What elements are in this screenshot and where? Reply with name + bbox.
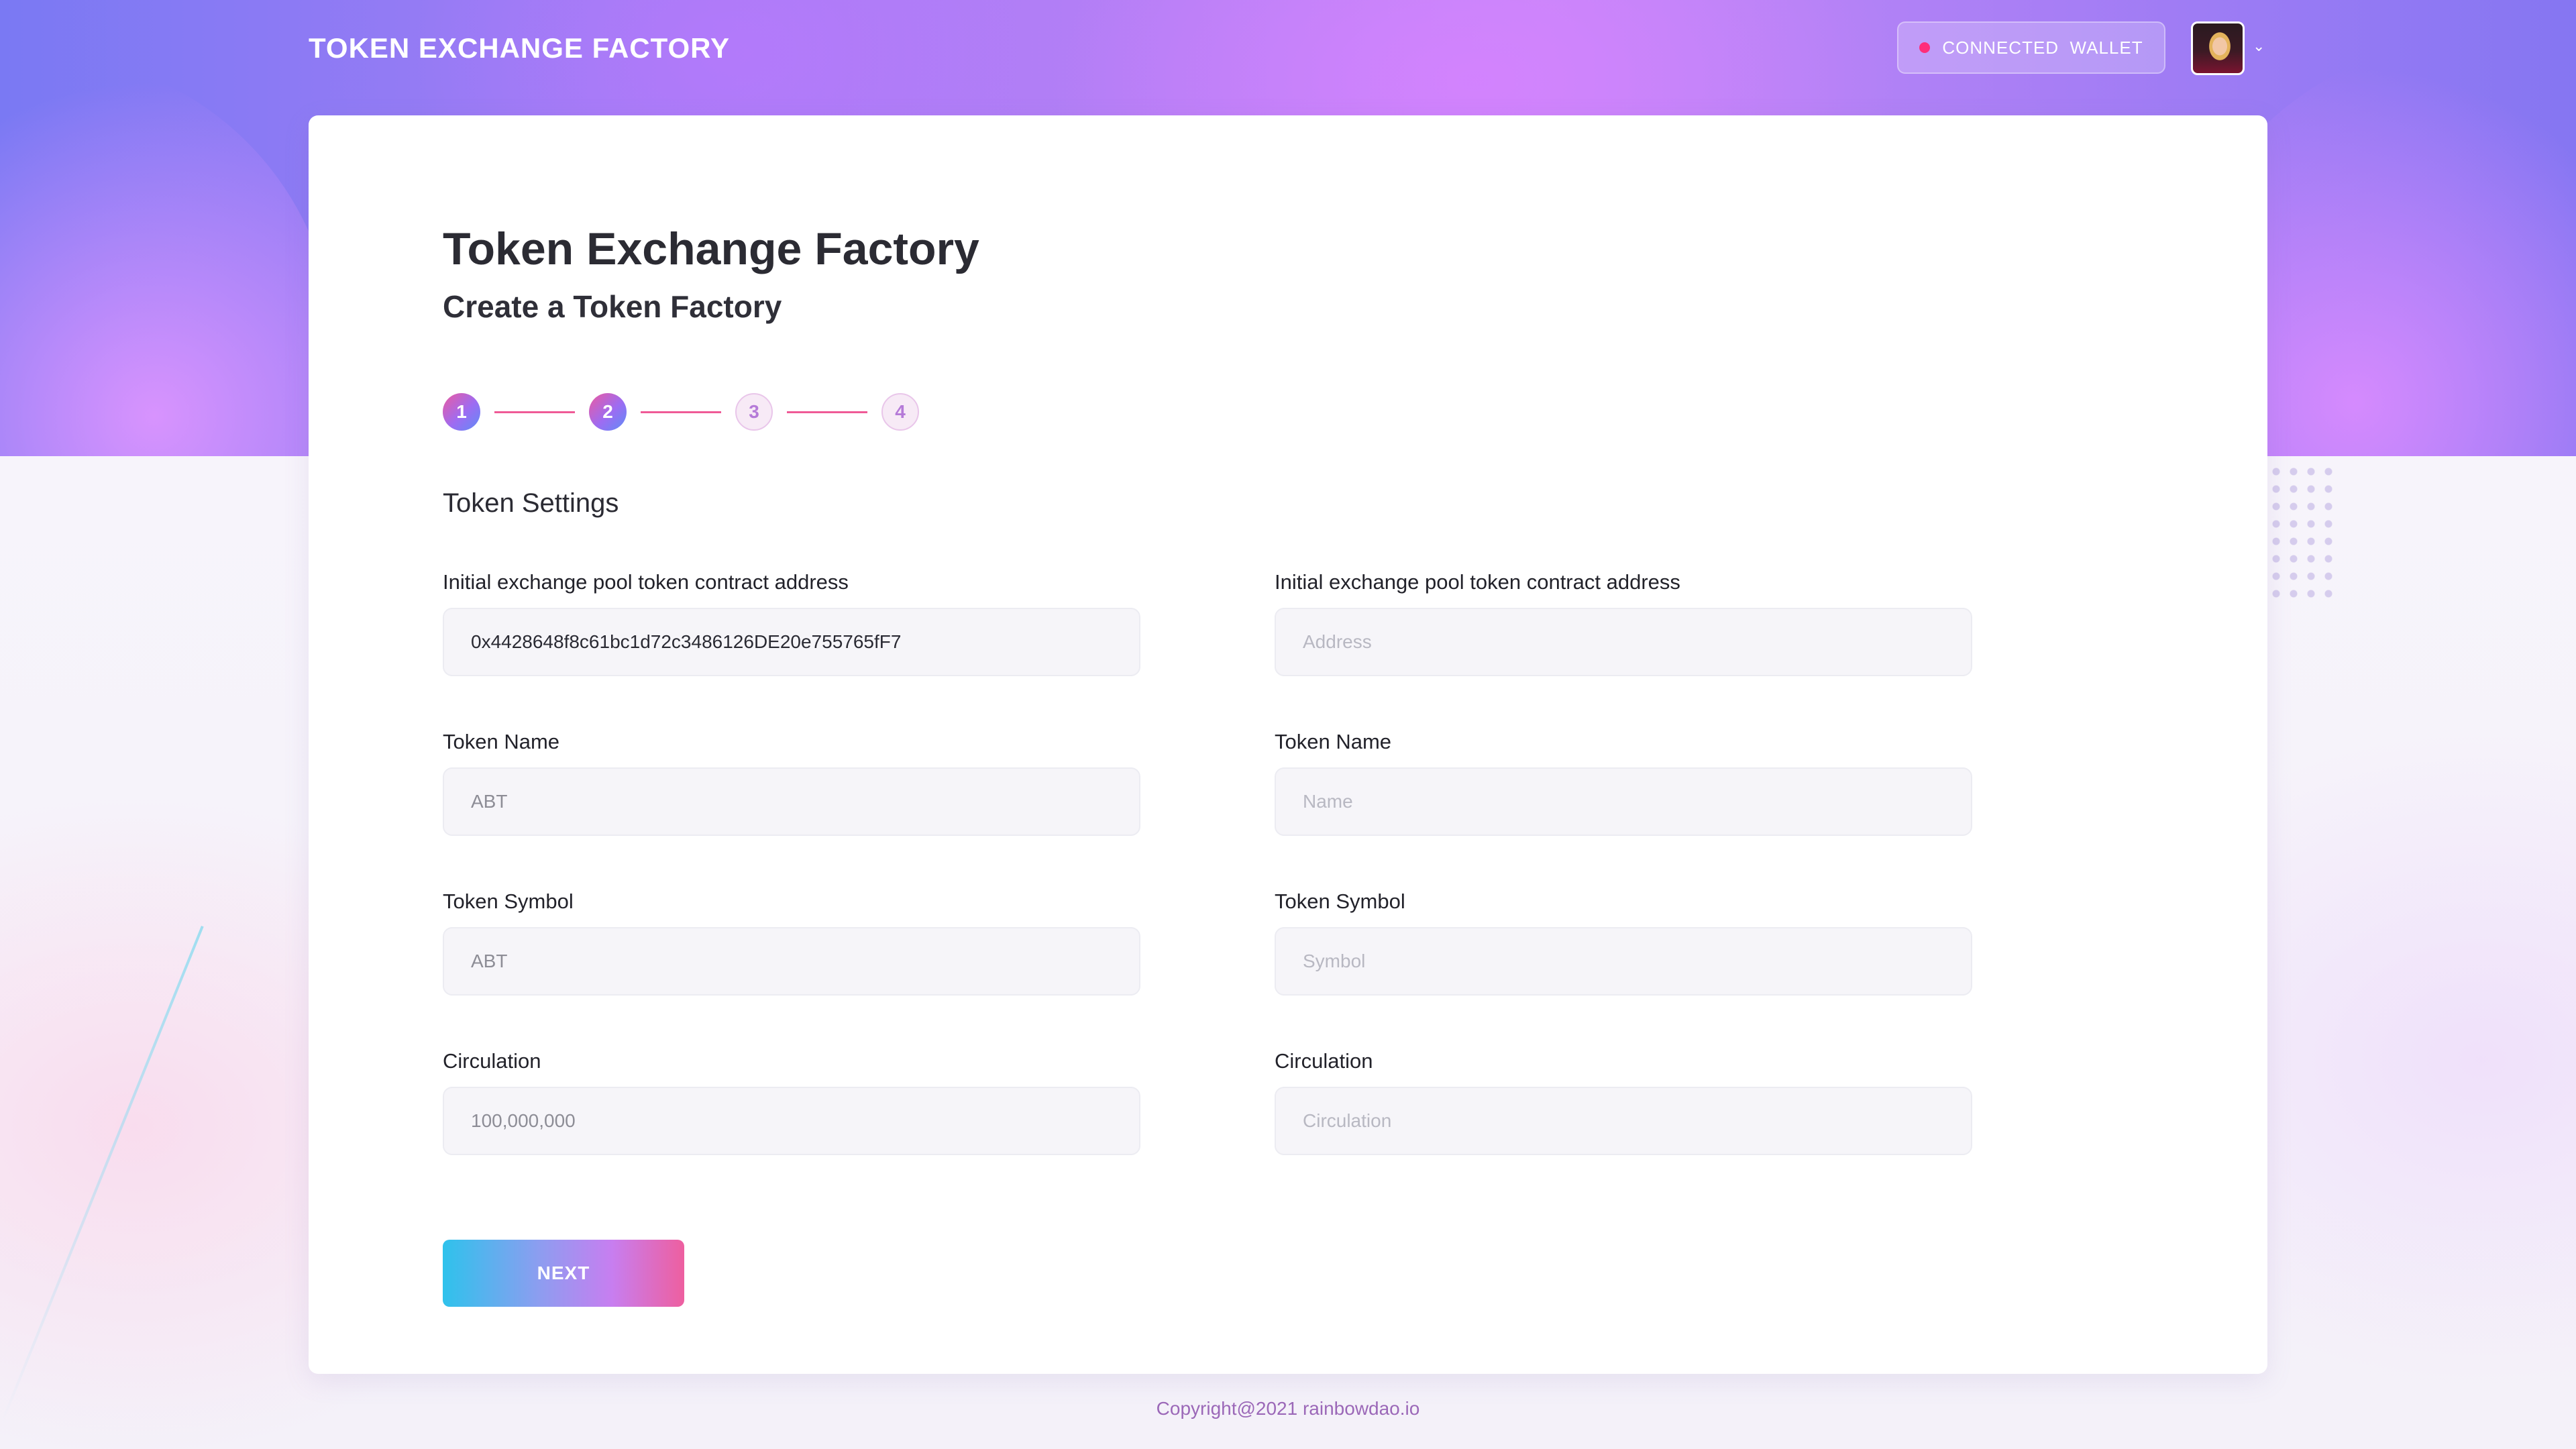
token-name-input[interactable] [443, 767, 1140, 836]
wallet-label: CONNECTED WALLET [1942, 37, 2143, 58]
step-connector [641, 411, 721, 413]
token-symbol-field-group: Token Symbol [443, 890, 1140, 1049]
token-symbol-label: Token Symbol [1275, 890, 1405, 913]
address-label: Initial exchange pool token contract add… [443, 570, 849, 594]
contract-address-input[interactable] [443, 608, 1140, 676]
token-settings-left-column: Initial exchange pool token contract add… [443, 570, 1140, 1209]
circulation-label: Circulation [1275, 1049, 1373, 1073]
progress-stepper: 1 2 3 4 [443, 393, 919, 431]
token-name-label: Token Name [443, 730, 560, 753]
step-connector [787, 411, 867, 413]
circulation-label: Circulation [443, 1049, 541, 1073]
token-symbol-label: Token Symbol [443, 890, 574, 913]
background-wave-left [0, 54, 335, 456]
top-bar: TOKEN EXCHANGE FACTORY CONNECTED WALLET … [309, 0, 2267, 97]
page-subtitle: Create a Token Factory [443, 289, 782, 324]
step-4: 4 [881, 393, 919, 431]
token-name-field-group: Token Name [443, 730, 1140, 890]
token-settings-right-column: Initial exchange pool token contract add… [1275, 570, 1972, 1209]
circulation-input[interactable] [443, 1087, 1140, 1155]
next-button[interactable]: NEXT [443, 1240, 684, 1307]
token-name-input[interactable] [1275, 767, 1972, 836]
section-title: Token Settings [443, 488, 619, 518]
token-symbol-field-group: Token Symbol [1275, 890, 1972, 1049]
address-field-group: Initial exchange pool token contract add… [1275, 570, 1972, 730]
main-card: Token Exchange Factory Create a Token Fa… [309, 115, 2267, 1374]
step-2: 2 [589, 393, 627, 431]
step-3: 3 [735, 393, 773, 431]
step-1: 1 [443, 393, 480, 431]
token-symbol-input[interactable] [1275, 927, 1972, 996]
token-name-field-group: Token Name [1275, 730, 1972, 890]
circulation-field-group: Circulation [1275, 1049, 1972, 1209]
address-label: Initial exchange pool token contract add… [1275, 570, 1680, 594]
decorative-dots [2267, 463, 2341, 604]
connected-wallet-button[interactable]: CONNECTED WALLET [1897, 21, 2165, 74]
token-name-label: Token Name [1275, 730, 1392, 753]
brand-logo-text[interactable]: TOKEN EXCHANGE FACTORY [309, 32, 730, 64]
circulation-field-group: Circulation [443, 1049, 1140, 1209]
circulation-input[interactable] [1275, 1087, 1972, 1155]
footer-copyright: Copyright@2021 rainbowdao.io [1156, 1398, 1420, 1419]
page-title: Token Exchange Factory [443, 223, 979, 274]
token-symbol-input[interactable] [443, 927, 1140, 996]
wallet-status-dot-icon [1919, 42, 1931, 53]
user-avatar[interactable] [2191, 21, 2245, 75]
chevron-down-icon[interactable]: ⌄ [2253, 38, 2265, 55]
contract-address-input[interactable] [1275, 608, 1972, 676]
step-connector [494, 411, 575, 413]
address-field-group: Initial exchange pool token contract add… [443, 570, 1140, 730]
